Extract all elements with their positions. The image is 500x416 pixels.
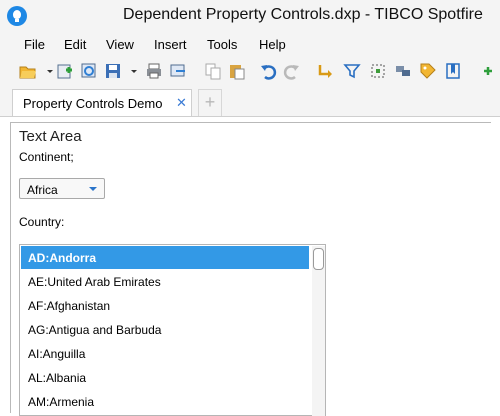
scrollbar-thumb[interactable] <box>313 248 324 270</box>
open-folder-icon[interactable] <box>18 61 38 81</box>
refresh-icon[interactable] <box>79 61 99 81</box>
new-page-icon[interactable] <box>55 61 75 81</box>
print-icon[interactable] <box>144 61 164 81</box>
menu-view[interactable]: View <box>106 37 134 52</box>
continent-selected-value: Africa <box>27 183 58 197</box>
list-item[interactable]: AE:United Arab Emirates <box>21 270 309 293</box>
copy-icon[interactable] <box>203 61 223 81</box>
list-item[interactable]: AG:Antigua and Barbuda <box>21 318 309 341</box>
reset-filter-icon[interactable] <box>314 61 334 81</box>
bookmark-icon[interactable] <box>443 61 463 81</box>
undo-icon[interactable] <box>258 61 278 81</box>
tab-label: Property Controls Demo <box>23 96 163 111</box>
page-tab-strip: Property Controls Demo ✕ + <box>0 86 500 117</box>
menu-edit[interactable]: Edit <box>64 37 86 52</box>
redo-icon[interactable] <box>282 61 302 81</box>
list-item[interactable]: AL:Albania <box>21 366 309 389</box>
close-icon[interactable]: ✕ <box>176 95 187 111</box>
filter-icon[interactable] <box>342 61 362 81</box>
vertical-scrollbar[interactable] <box>312 246 325 416</box>
country-list-box[interactable]: AD:Andorra AE:United Arab Emirates AF:Af… <box>19 244 326 416</box>
list-item[interactable]: AM:Armenia <box>21 390 309 413</box>
more-icon[interactable] <box>478 61 498 81</box>
menu-help[interactable]: Help <box>259 37 286 52</box>
menu-tools[interactable]: Tools <box>207 37 237 52</box>
save-icon[interactable] <box>103 61 123 81</box>
data-panel-icon[interactable] <box>368 61 388 81</box>
paste-icon[interactable] <box>227 61 247 81</box>
tab-property-controls-demo[interactable]: Property Controls Demo ✕ <box>12 89 192 116</box>
continent-label: Continent; <box>19 150 74 164</box>
menu-file[interactable]: File <box>24 37 45 52</box>
title-bar: Dependent Property Controls.dxp - TIBCO … <box>0 0 500 32</box>
add-page-button[interactable]: + <box>198 89 222 116</box>
export-icon[interactable] <box>168 61 188 81</box>
menu-bar: File Edit View Insert Tools Help <box>0 32 500 56</box>
list-item[interactable]: AF:Afghanistan <box>21 294 309 317</box>
text-area-visualization: Text Area Continent; Africa Country: AD:… <box>10 122 491 416</box>
list-item[interactable]: AD:Andorra <box>21 246 309 269</box>
window-title: Dependent Property Controls.dxp - TIBCO … <box>123 6 483 23</box>
list-item[interactable]: AI:Anguilla <box>21 342 309 365</box>
menu-insert[interactable]: Insert <box>154 37 187 52</box>
details-icon[interactable] <box>393 61 413 81</box>
open-dropdown-arrow-icon[interactable] <box>40 61 53 81</box>
country-label: Country: <box>19 215 65 229</box>
visualization-title: Text Area <box>19 128 82 145</box>
save-dropdown-arrow-icon[interactable] <box>124 61 137 81</box>
spotfire-app-icon[interactable] <box>7 6 27 26</box>
continent-dropdown[interactable]: Africa <box>19 178 105 199</box>
toolbar <box>0 56 500 87</box>
chevron-down-icon[interactable] <box>89 187 97 191</box>
tag-icon[interactable] <box>418 61 438 81</box>
